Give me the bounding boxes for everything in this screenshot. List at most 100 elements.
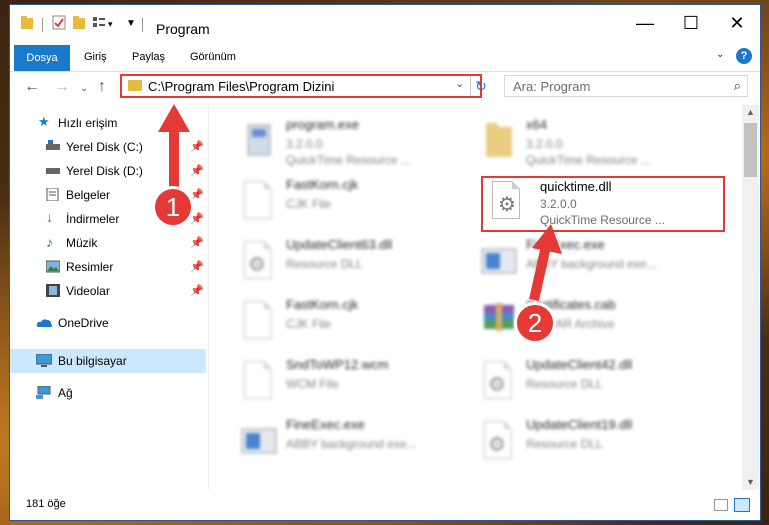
file-detail: ABBY background exe... (526, 257, 657, 271)
sidebar-item-label: Ağ (58, 386, 73, 400)
file-name: UpdateClient63.dll (286, 237, 393, 252)
video-icon (46, 284, 60, 297)
folder-icon (128, 80, 142, 91)
sidebar-item-music[interactable]: ♪ Müzik 📌 (10, 231, 206, 255)
file-item[interactable]: x64 3.2.0.0 QuickTime Resource ... (470, 111, 700, 171)
separator (142, 18, 143, 32)
sidebar-item-label: Yerel Disk (D:) (66, 164, 143, 178)
sidebar-item-label: Müzik (66, 236, 98, 250)
file-detail: QuickTime Resource ... (286, 153, 411, 167)
file-detail: 3.2.0.0 (526, 137, 563, 151)
pin-icon[interactable]: 📌 (190, 164, 204, 177)
step-1-badge: 1 (152, 186, 194, 228)
vertical-scrollbar[interactable]: ▲ ▼ (742, 105, 759, 490)
close-button[interactable]: ✕ (714, 5, 760, 41)
details-view-icon[interactable] (714, 499, 728, 511)
new-folder-icon[interactable] (72, 15, 86, 31)
pin-icon[interactable]: 📌 (190, 140, 204, 153)
file-list: program.exe 3.2.0.0 QuickTime Resource .… (210, 105, 742, 490)
view-options-icon[interactable] (92, 15, 106, 31)
sidebar-item-onedrive[interactable]: OneDrive (10, 311, 206, 335)
search-box[interactable]: Ara: Program ⌕ (504, 75, 748, 97)
sidebar-item-pictures[interactable]: Resimler 📌 (10, 255, 206, 279)
scroll-thumb[interactable] (744, 123, 757, 177)
documents-icon (46, 188, 59, 201)
file-name: UpdateClient19.dll (526, 417, 633, 432)
computer-icon (36, 354, 52, 367)
expand-ribbon-icon[interactable]: ⌄ (716, 49, 724, 60)
address-bar[interactable]: C:\Program Files\Program Dizini ⌄ ↻ (120, 74, 487, 98)
ribbon-tabs: Dosya Giriş Paylaş Görünüm ⌄ ? (10, 41, 760, 72)
scroll-down-icon[interactable]: ▼ (746, 477, 755, 487)
file-icon (238, 179, 278, 223)
search-icon[interactable]: ⌕ (734, 78, 741, 94)
help-button[interactable]: ? (736, 48, 752, 64)
forward-arrow-icon[interactable]: → (54, 78, 70, 96)
file-item[interactable]: ⚙ UpdateClient42.dll Resource DLL (470, 351, 700, 411)
pin-icon[interactable]: 📌 (190, 236, 204, 249)
tab-view[interactable]: Görünüm (190, 46, 236, 68)
chevron-down-icon[interactable]: ⌄ (455, 77, 464, 90)
window-title: Program (156, 21, 210, 37)
file-item[interactable]: FineExec.exe ABBY background exe... (470, 231, 700, 291)
download-icon: ↓ (46, 209, 53, 225)
file-item[interactable]: program.exe 3.2.0.0 QuickTime Resource .… (230, 111, 460, 171)
maximize-button[interactable]: ☐ (668, 5, 714, 41)
file-item[interactable]: Certificates.cab WinRAR Archive (470, 291, 700, 351)
address-path[interactable]: C:\Program Files\Program Dizini (148, 79, 334, 94)
search-input[interactable]: Ara: Program (513, 79, 590, 94)
exe-icon (241, 428, 277, 454)
status-bar: 181 öğe (10, 495, 760, 520)
file-name: UpdateClient42.dll (526, 357, 633, 372)
file-icon (238, 359, 278, 403)
drive-icon (46, 140, 60, 150)
sidebar-item-label: OneDrive (58, 316, 109, 330)
sidebar-item-quick-access[interactable]: ★ Hızlı erişim (10, 111, 206, 135)
tab-home[interactable]: Giriş (84, 46, 107, 68)
pin-icon[interactable]: 📌 (190, 284, 204, 297)
sidebar-item-local-disk-c[interactable]: Yerel Disk (C:) 📌 (10, 135, 206, 159)
file-item[interactable]: SndToWP12.wcm WCM File (230, 351, 460, 411)
file-item[interactable]: FastKorn.cjk CJK File (230, 171, 460, 231)
file-name: program.exe (286, 117, 359, 132)
file-item[interactable]: ⚙ UpdateClient19.dll Resource DLL (470, 411, 700, 471)
file-detail: ABBY background exe... (286, 437, 417, 451)
tab-file[interactable]: Dosya (14, 45, 70, 71)
recent-locations-icon[interactable]: ⌄ (80, 83, 88, 94)
file-name: FineExec.exe (286, 417, 365, 432)
dll-icon: ⚙ (478, 359, 518, 403)
dll-icon: ⚙ (238, 239, 278, 283)
properties-icon[interactable] (52, 15, 66, 31)
sidebar-item-network[interactable]: Ağ (10, 381, 206, 405)
sidebar-item-label: Videolar (66, 284, 110, 298)
minimize-button[interactable]: — (622, 5, 668, 41)
file-name: x64 (526, 117, 547, 132)
scroll-up-icon[interactable]: ▲ (746, 107, 755, 117)
pictures-icon (46, 260, 60, 273)
network-icon (36, 386, 51, 399)
chevron-down-icon[interactable]: ▾ (108, 19, 113, 30)
sidebar-item-videos[interactable]: Videolar 📌 (10, 279, 206, 303)
file-detail: Resource DLL (526, 437, 603, 451)
sidebar-item-this-pc[interactable]: Bu bilgisayar (10, 349, 206, 373)
item-count: 181 öğe (26, 498, 66, 510)
file-item[interactable]: FastKorn.cjk CJK File (230, 291, 460, 351)
customize-toolbar-icon[interactable]: ▼ (126, 18, 136, 29)
title-bar: ▾ ▼ Program — ☐ ✕ (10, 5, 760, 41)
file-item[interactable]: FineExec.exe ABBY background exe... (230, 411, 460, 471)
exe-icon (481, 248, 517, 274)
pin-icon[interactable]: 📌 (190, 260, 204, 273)
sidebar-item-label: Bu bilgisayar (58, 354, 127, 368)
file-explorer-window: ▾ ▼ Program — ☐ ✕ Dosya Giriş Paylaş Gör… (10, 5, 760, 520)
pane-divider[interactable] (208, 105, 209, 490)
step-2-badge: 2 (514, 302, 556, 344)
refresh-button[interactable]: ↻ (470, 76, 491, 96)
tiles-view-icon[interactable] (734, 498, 750, 512)
dll-icon: ⚙ (478, 419, 518, 463)
file-item[interactable]: ⚙ UpdateClient63.dll Resource DLL (230, 231, 460, 291)
navigation-pane: ★ Hızlı erişim Yerel Disk (C:) 📌 Yerel D… (10, 105, 208, 495)
tab-share[interactable]: Paylaş (132, 46, 165, 68)
up-arrow-icon[interactable]: ↑ (98, 78, 106, 96)
sidebar-item-local-disk-d[interactable]: Yerel Disk (D:) 📌 (10, 159, 206, 183)
back-arrow-icon[interactable]: ← (24, 78, 40, 96)
